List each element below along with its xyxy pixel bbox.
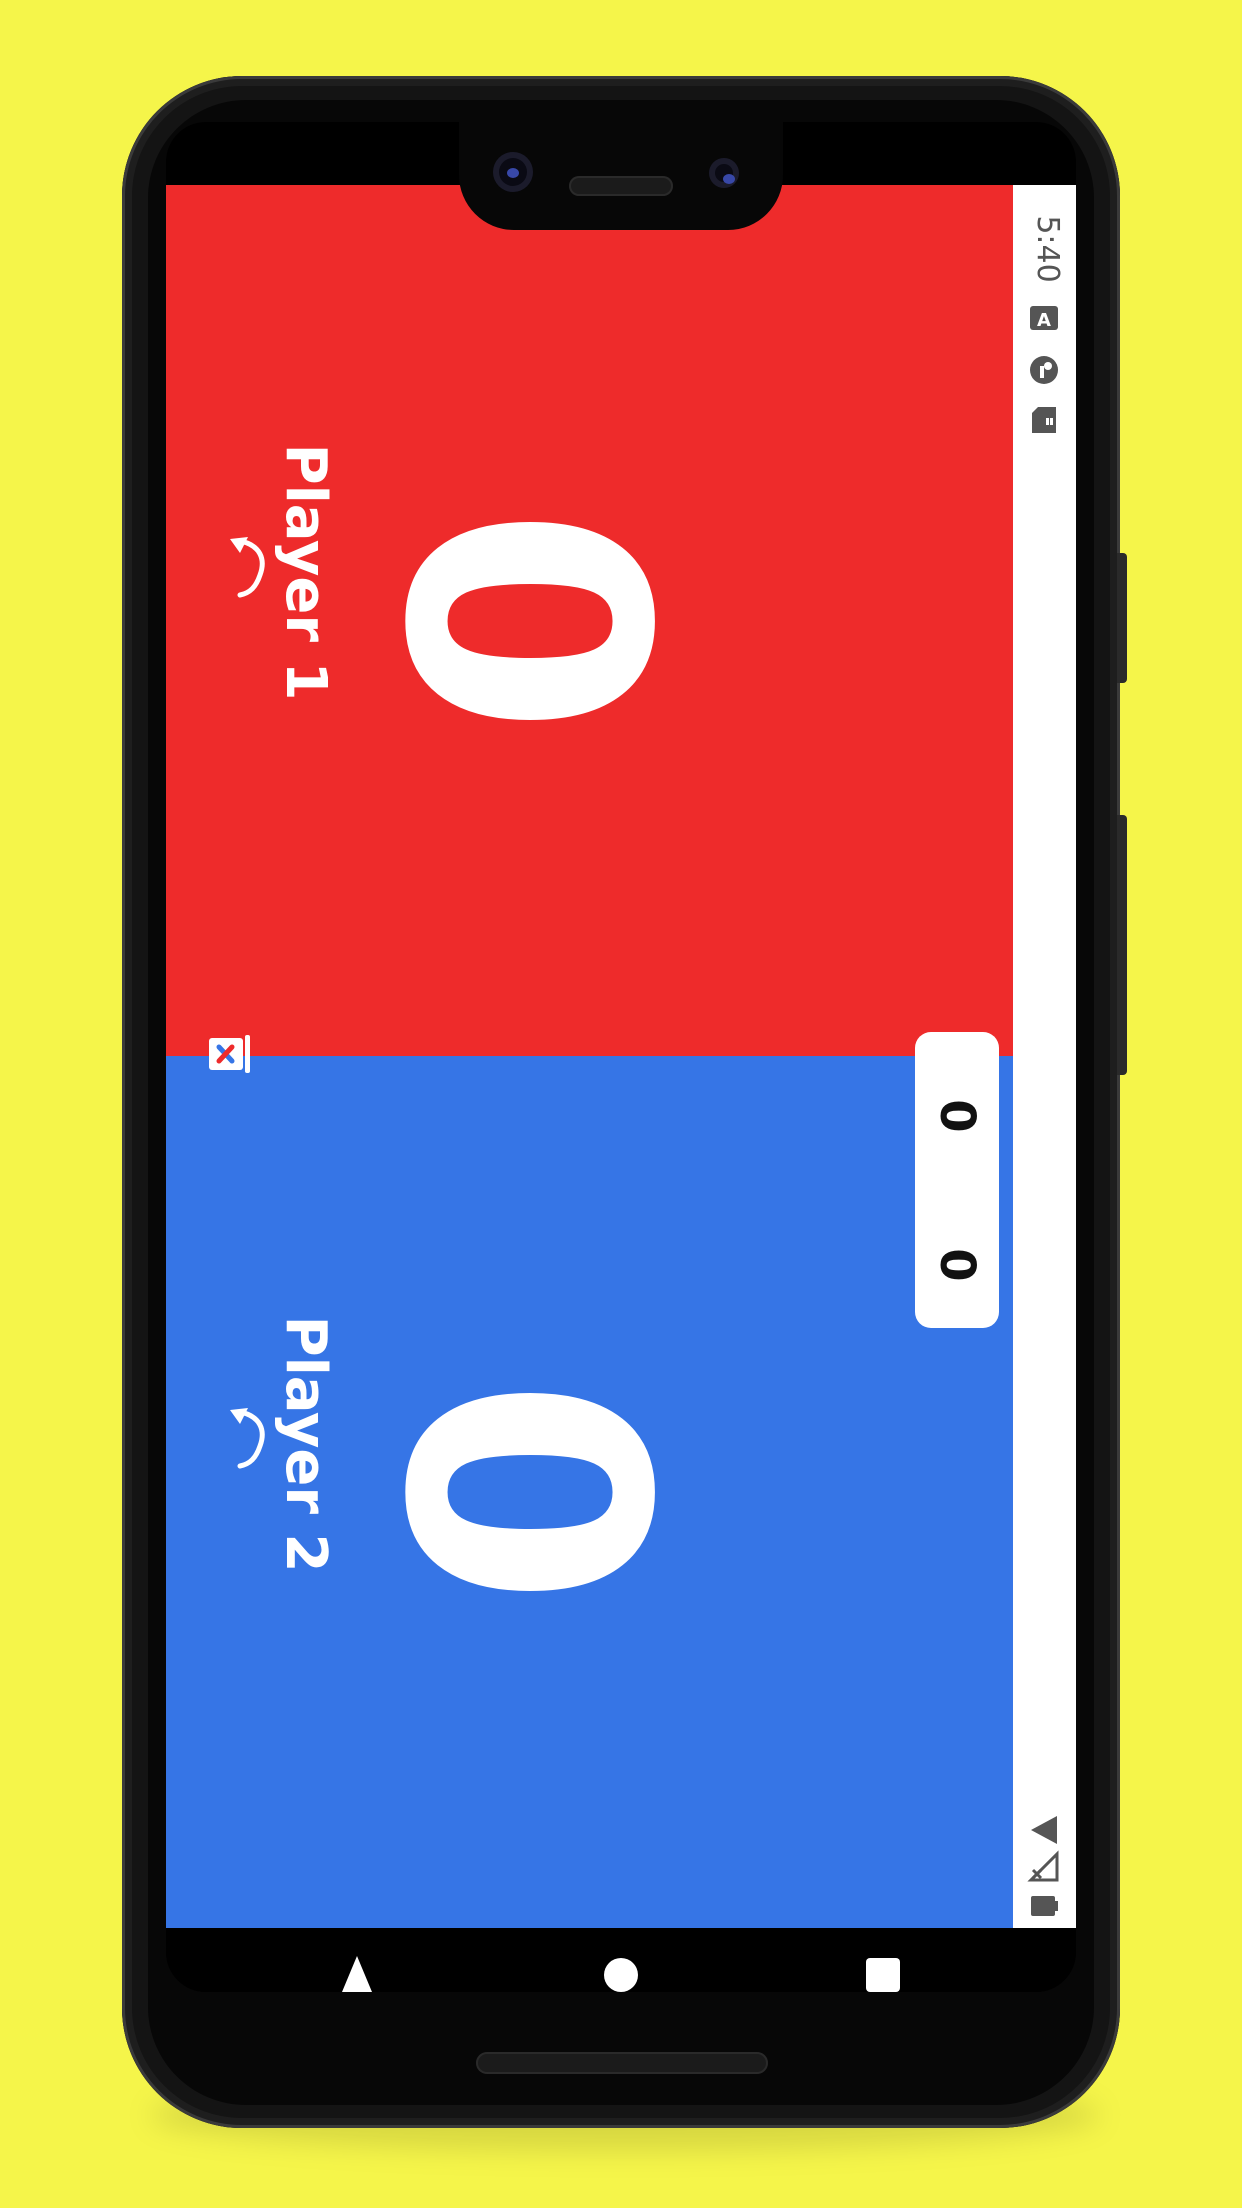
volume-button bbox=[1117, 815, 1127, 1075]
front-camera bbox=[493, 152, 533, 192]
home-circle-icon[interactable] bbox=[604, 1958, 638, 1992]
player2-name: Player 2 bbox=[273, 1315, 338, 1573]
mini-score-player1: 0 bbox=[929, 1099, 985, 1133]
player2-score: 0 bbox=[332, 1377, 716, 1607]
bottom-speaker bbox=[476, 2052, 768, 2074]
no-signal-icon bbox=[1027, 1850, 1059, 1882]
navigation-bar bbox=[166, 1928, 1076, 1992]
mini-scoreboard: 0 0 bbox=[915, 1032, 999, 1328]
player2-undo-button[interactable] bbox=[226, 1406, 266, 1472]
player1-name: Player 1 bbox=[273, 443, 338, 701]
status-bar: 5:40 A bbox=[1013, 185, 1076, 1928]
recents-square-icon[interactable] bbox=[866, 1958, 900, 1992]
reset-scores-icon bbox=[209, 1035, 250, 1073]
reset-scores-button[interactable] bbox=[208, 1035, 252, 1075]
data-saver-icon bbox=[1030, 356, 1058, 384]
power-button bbox=[1117, 553, 1127, 683]
player1-panel[interactable]: Player 1 0 bbox=[166, 185, 1013, 1056]
battery-icon bbox=[1031, 1896, 1058, 1916]
font-a-icon: A bbox=[1030, 306, 1058, 331]
earpiece-speaker bbox=[569, 176, 673, 196]
undo-icon bbox=[230, 537, 265, 598]
svg-text:A: A bbox=[1037, 310, 1051, 331]
mini-score-player2: 0 bbox=[929, 1248, 985, 1282]
player1-score: 0 bbox=[332, 506, 716, 736]
back-triangle-icon[interactable] bbox=[342, 1956, 372, 1992]
status-time: 5:40 bbox=[1030, 215, 1065, 283]
wifi-icon bbox=[1031, 1816, 1057, 1844]
undo-icon bbox=[230, 1408, 265, 1469]
camera-notch bbox=[459, 110, 783, 230]
screen: Player 1 0 Player 2 0 0 0 5:40 A bbox=[166, 122, 1076, 1992]
sd-card-icon bbox=[1032, 407, 1056, 433]
player1-undo-button[interactable] bbox=[226, 535, 266, 601]
front-sensor bbox=[709, 158, 739, 188]
player2-panel[interactable]: Player 2 0 bbox=[166, 1056, 1013, 1928]
